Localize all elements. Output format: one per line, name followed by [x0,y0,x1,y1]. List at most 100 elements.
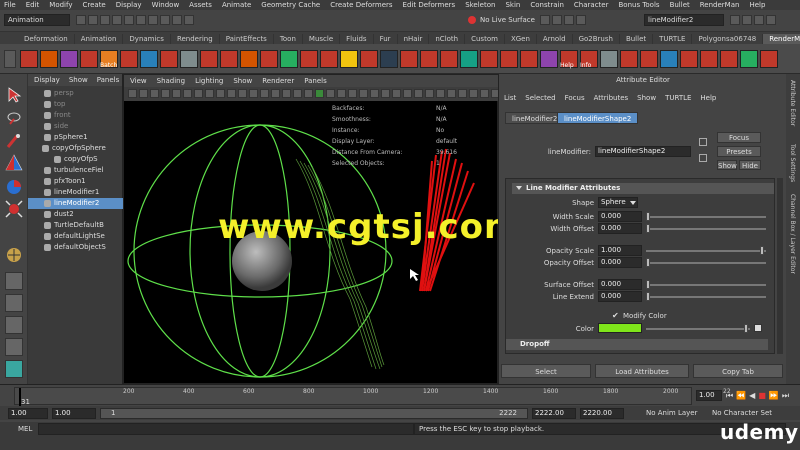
shelf-tab-bullet[interactable]: Bullet [620,34,654,44]
copy-tab-button[interactable]: Copy Tab [693,364,783,378]
shelf-tool-icon[interactable] [60,50,78,68]
attr-row-field[interactable]: 0.000 [598,291,642,302]
shelf-tab-fur[interactable]: Fur [374,34,398,44]
shelf-tab-painteffects[interactable]: PaintEffects [220,34,274,44]
attr-row-slider-knob[interactable] [646,258,650,267]
shelf-tool-icon[interactable] [620,50,638,68]
menu-character[interactable]: Character [574,1,609,9]
attr-row-slider-knob[interactable] [646,212,650,221]
layout-graph-icon[interactable] [5,338,23,356]
line-modifier-section-header[interactable]: Line Modifier Attributes [512,183,774,194]
attr-row-slider-knob[interactable] [646,292,650,301]
render-frame-icon[interactable] [540,15,550,25]
viewport-menu-lighting[interactable]: Lighting [195,77,223,85]
viewport-tool-icon[interactable] [414,89,423,98]
viewport-tool-icon[interactable] [271,89,280,98]
shelf-tab-rendering[interactable]: Rendering [171,34,220,44]
shelf-tab-deformation[interactable]: Deformation [18,34,75,44]
shelf-tab-go2brush[interactable]: Go2Brush [573,34,620,44]
viewport-menu-renderer[interactable]: Renderer [262,77,294,85]
viewport-tool-icon[interactable] [359,89,368,98]
attr-row-slider-knob[interactable] [760,246,764,255]
attr-row-slider-track[interactable] [646,296,766,298]
shelf-tool-icon[interactable] [160,50,178,68]
attr-menu-selected[interactable]: Selected [525,94,555,102]
shelf-tool-icon[interactable] [660,50,678,68]
viewport-tool-icon[interactable] [381,89,390,98]
attr-row-slider-knob[interactable] [646,280,650,289]
shelf-tool-icon[interactable] [240,50,258,68]
shelf-tool-icon[interactable] [360,50,378,68]
viewport-tool-icon[interactable] [304,89,313,98]
tab-attribute-editor[interactable]: Attribute Editor [789,80,796,126]
lasso-tool-icon[interactable] [5,110,23,128]
shelf-tool-icon[interactable] [380,50,398,68]
shelf-tool-icon[interactable] [180,50,198,68]
menu-file[interactable]: File [4,1,16,9]
viewport-menu-view[interactable]: View [130,77,147,85]
outliner-item[interactable]: turbulenceFiel [28,165,123,176]
shelf-tool-icon[interactable] [120,50,138,68]
viewport-tool-icon[interactable] [458,89,467,98]
shelf-tool-icon[interactable] [400,50,418,68]
outliner-item[interactable]: pfxToon1 [28,176,123,187]
attr-menu-attributes[interactable]: Attributes [594,94,629,102]
shelf-tab-ncloth[interactable]: nCloth [429,34,466,44]
outliner-menu-show[interactable]: Show [69,76,88,84]
shelf-tool-icon[interactable] [140,50,158,68]
viewport-tool-icon[interactable] [480,89,489,98]
go-start-icon[interactable]: ⏮ [726,391,733,401]
menu-window[interactable]: Window [152,1,180,9]
shelf-tab-custom[interactable]: Custom [465,34,505,44]
anim-start-field[interactable]: 1.00 [8,408,48,419]
attr-menu-focus[interactable]: Focus [565,94,585,102]
menu-help[interactable]: Help [749,1,765,9]
attr-row-field[interactable]: 1.000 [598,245,642,256]
playback-start-field[interactable]: 1.00 [52,408,96,419]
shelf-tool-icon[interactable] [600,50,618,68]
hypershade-icon[interactable] [576,15,586,25]
focus-in-icon[interactable] [699,154,707,162]
rotate-tool-icon[interactable] [5,178,23,196]
open-scene-icon[interactable] [88,15,98,25]
select-hierarchy-icon[interactable] [112,15,122,25]
step-back-icon[interactable]: ⏪ [736,391,746,401]
select-component-icon[interactable] [136,15,146,25]
live-surface-icon[interactable] [468,16,476,24]
layout-four-icon[interactable] [5,294,23,312]
menu-skin[interactable]: Skin [505,1,520,9]
viewport-tool-icon[interactable] [337,89,346,98]
shelf-tool-icon[interactable] [680,50,698,68]
viewport-tool-icon[interactable] [425,89,434,98]
shelf-tool-icon[interactable] [440,50,458,68]
attr-row-field[interactable]: 0.000 [598,279,642,290]
outliner-item[interactable]: defaultLightSe [28,231,123,242]
viewport-tool-icon[interactable] [183,89,192,98]
menu-animate[interactable]: Animate [222,1,251,9]
shelf-tool-icon[interactable] [500,50,518,68]
shelf-tool-icon[interactable] [300,50,318,68]
focus-out-icon[interactable] [699,138,707,146]
new-scene-icon[interactable] [76,15,86,25]
mode-selector[interactable]: Animation [4,14,70,26]
current-frame-field[interactable]: 1.00 [696,390,722,401]
map-texture-icon[interactable] [754,324,762,332]
attr-menu-help[interactable]: Help [700,94,716,102]
layout-single-icon[interactable] [5,272,23,290]
snap-plane-icon[interactable] [184,15,194,25]
viewport-tool-icon[interactable] [238,89,247,98]
save-scene-icon[interactable] [100,15,110,25]
shelf-tool-icon[interactable] [520,50,538,68]
outliner-menu-panels[interactable]: Panels [97,76,120,84]
viewport-tool-icon[interactable] [161,89,170,98]
layout-custom-icon[interactable] [5,360,23,378]
attr-scrollbar[interactable] [777,178,783,354]
select-button[interactable]: Select [501,364,591,378]
color-slider-track[interactable] [646,328,750,330]
shelf-tool-icon[interactable] [640,50,658,68]
time-slider-track[interactable]: 31 200 400 600 800 1000 1200 1400 1600 1800 2000 2… [14,387,731,406]
shelf-tool-icon[interactable] [200,50,218,68]
viewport-tool-icon[interactable] [205,89,214,98]
dropoff-section-header[interactable]: Dropoff [506,339,768,350]
shelf-tool-icon[interactable] [20,50,38,68]
